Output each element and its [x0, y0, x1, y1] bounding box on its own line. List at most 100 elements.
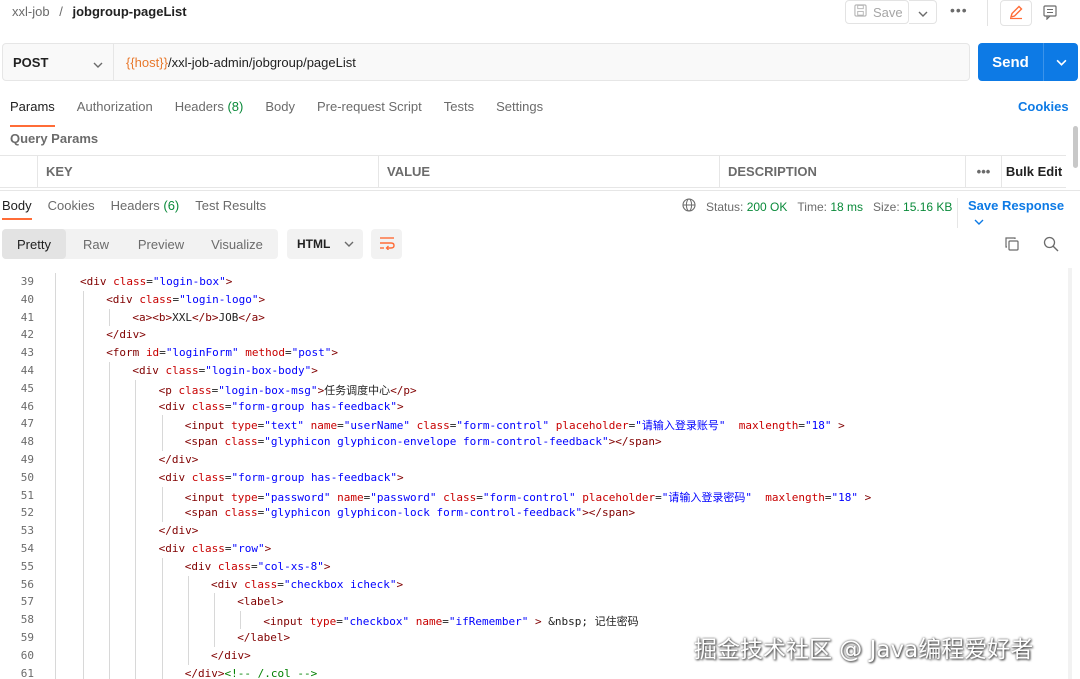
indent-guide [83, 593, 84, 612]
line-number: 46 [20, 399, 34, 413]
params-key-header: KEY [38, 156, 379, 187]
watermark-text: 掘金技术社区 @ Java编程爱好者 [694, 637, 1034, 663]
size-value: 15.16 KB [903, 199, 953, 214]
bulk-edit-button[interactable]: Bulk Edit [1002, 156, 1066, 187]
view-preview[interactable]: Preview [126, 229, 196, 259]
indent-guide [135, 575, 137, 594]
indent-guide [109, 415, 111, 434]
line-number: 52 [20, 506, 34, 520]
indent-guide [83, 557, 84, 576]
indent-guide [83, 504, 84, 523]
send-button[interactable]: Send [978, 54, 1043, 71]
tab-body[interactable]: Body [265, 99, 295, 121]
indent-guide [55, 273, 56, 679]
tab-test-results[interactable]: Test Results [195, 198, 266, 213]
indent-guide [135, 451, 137, 469]
tab-pre-request-script[interactable]: Pre-request Script [317, 99, 422, 121]
indent-guide [109, 451, 111, 469]
params-more-button[interactable]: ••• [966, 156, 1002, 187]
wrap-lines-button[interactable] [371, 229, 402, 259]
indent-guide [83, 486, 84, 505]
line-number: 41 [20, 310, 34, 324]
tab-response-body[interactable]: Body [2, 198, 32, 220]
request-scrollbar[interactable] [1073, 126, 1078, 168]
code-line: <form id="loginForm" method="post"> [106, 346, 339, 360]
tab-tests[interactable]: Tests [444, 99, 474, 121]
line-number: 57 [20, 595, 34, 609]
code-line: </div> [211, 648, 251, 662]
method-label: POST [13, 54, 49, 70]
indent-guide [109, 308, 111, 327]
breadcrumb-separator: / [59, 4, 63, 19]
indent-guide [83, 433, 84, 451]
indent-guide [161, 664, 163, 679]
globe-icon[interactable] [682, 198, 696, 215]
indent-guide [109, 522, 111, 540]
line-number: 49 [20, 453, 34, 466]
params-checkbox-column [0, 156, 38, 187]
code-line: <div class="checkbox icheck"> [211, 577, 404, 591]
method-select[interactable]: POST [2, 43, 114, 81]
url-input[interactable]: {{host}}/xxl-job-admin/jobgroup/pageList [114, 43, 970, 81]
line-number: 55 [20, 559, 34, 573]
chevron-down-icon [93, 56, 103, 71]
tab-response-headers[interactable]: Headers (6) [111, 198, 180, 213]
indent-guide [83, 540, 84, 558]
indent-guide [135, 486, 137, 505]
indent-guide [135, 593, 137, 612]
indent-guide [83, 451, 84, 469]
line-number: 61 [20, 666, 34, 679]
indent-guide [161, 486, 163, 505]
indent-guide [83, 646, 84, 665]
indent-guide [135, 379, 137, 398]
indent-guide [161, 557, 163, 576]
line-number: 58 [20, 613, 34, 627]
line-number: 59 [20, 631, 34, 644]
indent-guide [109, 362, 111, 380]
tab-authorization[interactable]: Authorization [77, 99, 153, 121]
indent-guide [187, 629, 189, 647]
documentation-button[interactable] [1036, 0, 1064, 26]
indent-guide [135, 611, 137, 629]
code-line: <input type="password" name="password" c… [184, 490, 872, 504]
format-select[interactable]: HTML [287, 229, 363, 259]
query-params-heading: Query Params [10, 131, 99, 146]
more-options-button[interactable]: ••• [950, 2, 968, 18]
indent-guide [83, 629, 84, 647]
indent-guide [135, 468, 137, 487]
edit-button[interactable] [1000, 0, 1032, 26]
tab-settings[interactable]: Settings [496, 99, 543, 121]
indent-guide [135, 646, 137, 665]
tab-response-cookies[interactable]: Cookies [48, 198, 95, 213]
breadcrumb-request[interactable]: jobgroup-pageList [72, 4, 186, 19]
indent-guide [135, 433, 137, 451]
save-dropdown-button[interactable] [909, 0, 937, 24]
breadcrumb-collection[interactable]: xxl-job [12, 4, 50, 19]
code-line: <a><b>XXL</b>JOB</a> [132, 310, 265, 324]
view-visualize[interactable]: Visualize [196, 229, 278, 259]
response-scrollbar[interactable] [1068, 268, 1072, 679]
send-dropdown-button[interactable] [1044, 59, 1078, 66]
save-button[interactable]: Save [845, 0, 909, 24]
cookies-link[interactable]: Cookies [1018, 99, 1069, 114]
response-status-bar: Status: 200 OK Time: 18 ms Size: 15.16 K… [682, 198, 952, 215]
save-response-button[interactable]: Save Response [957, 198, 1080, 228]
indent-guide [109, 664, 111, 679]
view-pretty[interactable]: Pretty [2, 229, 66, 259]
indent-guide [187, 611, 189, 629]
tab-headers[interactable]: Headers (8) [175, 99, 244, 121]
response-code-viewer[interactable]: 39 <div class="login-box"> 40 <div class="l… [0, 273, 1066, 679]
tab-params[interactable]: Params [10, 99, 55, 127]
indent-guide [83, 415, 84, 434]
copy-icon[interactable] [1004, 236, 1020, 255]
search-icon[interactable] [1043, 236, 1059, 255]
code-line: <div class="login-box-body"> [132, 364, 318, 377]
indent-guide [83, 344, 84, 362]
code-line: </div> [106, 328, 146, 342]
pane-divider[interactable] [0, 190, 1080, 191]
indent-guide [161, 504, 163, 523]
breadcrumb: xxl-job / jobgroup-pageList [12, 4, 187, 19]
wrap-icon [379, 236, 395, 253]
line-number: 60 [20, 648, 34, 662]
view-raw[interactable]: Raw [66, 229, 126, 259]
